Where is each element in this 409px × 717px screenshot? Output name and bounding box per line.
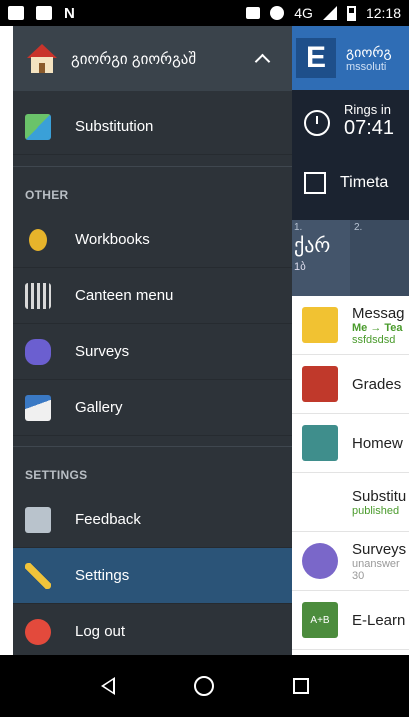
navigation-drawer: გიორგი გიორგაშ Substitution OTHER Workbo… <box>13 26 292 660</box>
rings-widget[interactable]: Rings in 07:41 <box>304 102 394 140</box>
app-header[interactable]: E გიორგ mssoluti <box>290 26 409 90</box>
card-title: E-Learn <box>352 611 406 629</box>
card-title: Homew <box>352 434 403 452</box>
section-header-settings: SETTINGS <box>25 468 88 482</box>
grades-card[interactable]: Grades <box>290 355 409 414</box>
lesson-number: 1. <box>294 222 303 233</box>
drawer-item-label: Workbooks <box>75 231 150 248</box>
schedule-panel: Rings in 07:41 Timeta <box>290 90 409 220</box>
card-detail: 30 <box>352 569 365 582</box>
chat-bubbles-icon <box>25 338 51 365</box>
app-header-sub: mssoluti <box>346 60 387 73</box>
gradebook-icon <box>302 366 338 402</box>
card-subtitle: unanswer <box>352 557 400 570</box>
calendar-icon <box>304 172 326 194</box>
card-detail: ssfdsdsd <box>352 333 396 346</box>
drawer-item-label: Feedback <box>75 511 141 528</box>
drawer-item-label: Canteen menu <box>75 287 174 304</box>
card-subtitle: Me → Tea <box>352 321 403 334</box>
substitution-icon <box>302 484 338 520</box>
card-subtitle: published <box>352 504 400 517</box>
drawer-divider <box>13 446 292 447</box>
house-icon <box>27 43 57 74</box>
rings-time: 07:41 <box>344 117 395 139</box>
drawer-item-label: Log out <box>75 623 126 640</box>
homework-card[interactable]: Homew <box>290 414 409 473</box>
network-type: 4G <box>294 5 313 21</box>
drawer-header[interactable]: გიორგი გიორგაშ <box>13 26 292 91</box>
elearning-icon: A+B <box>302 602 338 638</box>
back-icon <box>101 677 116 695</box>
clock: 12:18 <box>365 5 401 21</box>
logout-icon <box>25 618 51 645</box>
surveys-icon <box>302 543 338 579</box>
back-button[interactable] <box>88 666 128 706</box>
alarm-icon <box>270 6 285 20</box>
card-title: Surveys <box>352 540 407 558</box>
mail-notification-icon <box>8 6 24 20</box>
timetable-widget[interactable]: Timeta <box>304 172 388 194</box>
surveys-card[interactable]: Surveys unanswer 30 <box>290 532 409 591</box>
drawer-item-label: Surveys <box>75 343 130 360</box>
user-name: გიორგი გიორგაშ <box>71 50 197 68</box>
drawer-item-logout[interactable]: Log out <box>13 604 292 660</box>
lesson-number: 2. <box>354 222 363 233</box>
drawer-item-substitution[interactable]: Substitution <box>13 99 292 155</box>
drawer-item-feedback[interactable]: Feedback <box>13 492 292 548</box>
feedback-icon <box>25 506 51 533</box>
system-navigation-bar <box>0 655 409 717</box>
signal-icon <box>322 6 337 20</box>
drawer-item-label: Settings <box>75 567 130 584</box>
rings-label: Rings in <box>344 102 391 117</box>
app-header-name: გიორგ <box>346 43 392 60</box>
drawer-item-gallery[interactable]: Gallery <box>13 380 292 436</box>
battery-icon <box>346 5 356 21</box>
elearning-card[interactable]: A+B E-Learn <box>290 591 409 650</box>
recents-button[interactable] <box>281 666 321 706</box>
messages-card[interactable]: Messag Me → Tea ssfdsdsd <box>290 296 409 355</box>
status-bar: N 4G 12:18 <box>0 0 409 26</box>
drawer-item-label: Gallery <box>75 399 123 416</box>
gallery-icon <box>25 394 51 421</box>
section-header-other: OTHER <box>25 188 69 202</box>
clock-icon <box>304 110 330 136</box>
drawer-item-settings[interactable]: Settings <box>13 548 292 604</box>
card-title: Grades <box>352 375 402 393</box>
substitution-card[interactable]: Substitu published <box>290 473 409 532</box>
home-button[interactable] <box>184 666 224 706</box>
card-title: Messag <box>352 304 405 322</box>
medal-icon <box>29 228 47 251</box>
drawer-item-workbooks[interactable]: Workbooks <box>13 212 292 268</box>
homework-icon <box>302 425 338 461</box>
home-icon <box>194 676 215 696</box>
drawer-item-surveys[interactable]: Surveys <box>13 324 292 380</box>
mail-icon <box>302 307 338 343</box>
card-title: Substitu <box>352 487 407 505</box>
lesson-room: 1ბ <box>294 261 306 273</box>
collapse-account-button[interactable] <box>242 39 282 79</box>
drawer-item-canteen-menu[interactable]: Canteen menu <box>13 268 292 324</box>
lesson-subject: ქარ <box>294 235 331 257</box>
image-notification-icon <box>36 6 52 20</box>
app-main-content: E გიორგ mssoluti Rings in 07:41 Timeta 1… <box>290 26 409 655</box>
cutlery-icon <box>25 282 51 309</box>
timetable-label: Timeta <box>340 174 389 191</box>
substitution-icon <box>25 113 51 140</box>
nfc-icon: N <box>64 4 75 22</box>
recents-icon <box>292 678 309 694</box>
timetable-row: 1. ქარ 1ბ 2. <box>290 220 409 296</box>
vibrate-icon <box>246 7 261 19</box>
timetable-cell[interactable]: 1. ქარ 1ბ <box>290 220 350 296</box>
app-logo-icon: E <box>296 38 336 78</box>
phone-screen: N 4G 12:18 E გიორგ mssoluti Rings in 07:… <box>0 0 409 717</box>
tools-icon <box>25 562 51 589</box>
drawer-divider <box>13 166 292 167</box>
drawer-item-label: Substitution <box>75 118 154 135</box>
chevron-up-icon <box>254 53 270 70</box>
timetable-cell[interactable]: 2. <box>350 220 409 296</box>
